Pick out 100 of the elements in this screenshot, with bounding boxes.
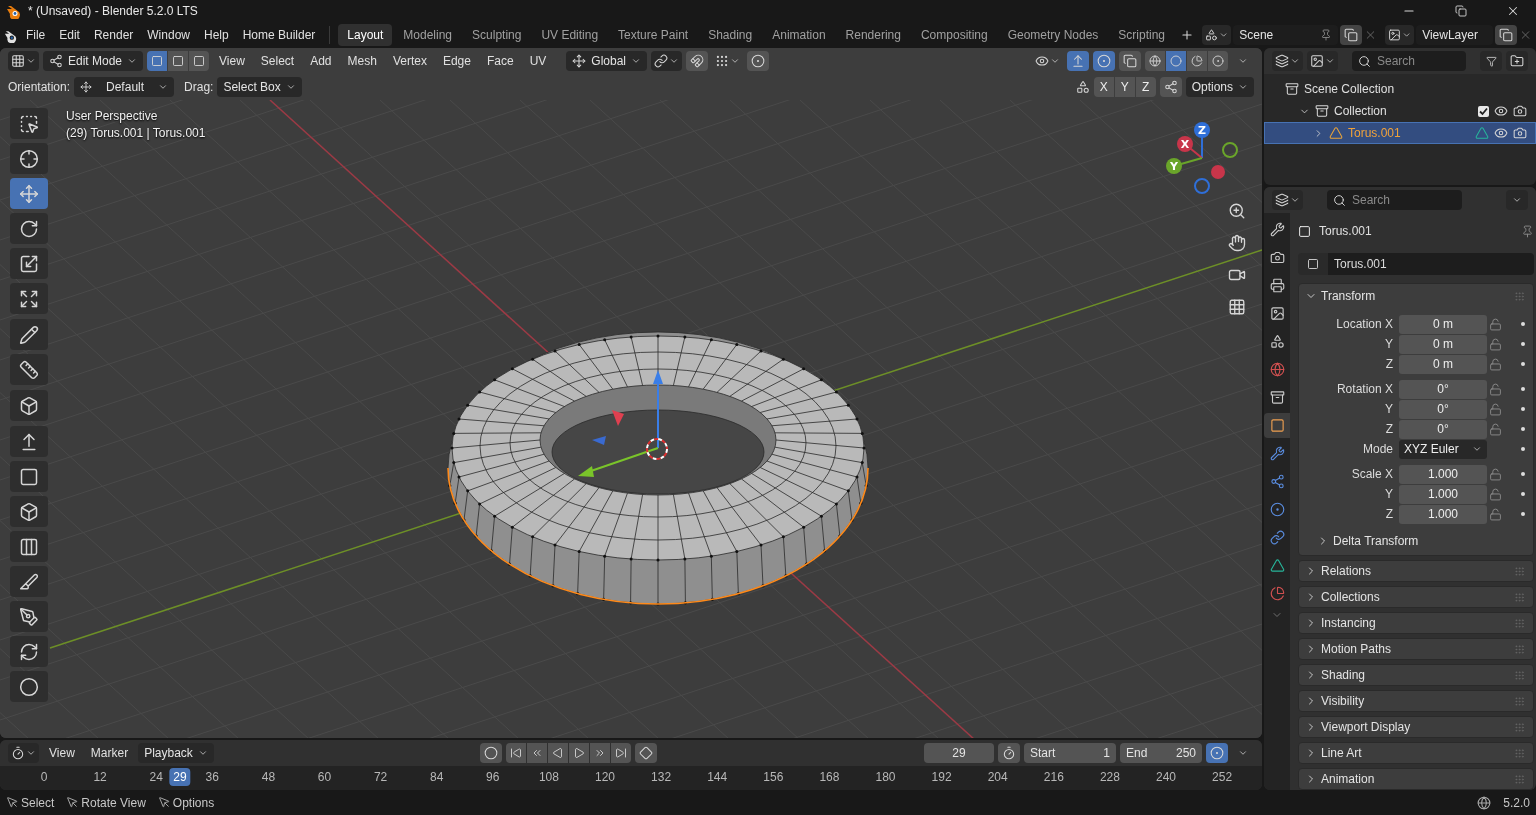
- frame-number: 204: [987, 770, 1008, 784]
- panel-header[interactable]: Line Art: [1299, 743, 1533, 763]
- menu-item[interactable]: Window: [141, 25, 196, 45]
- mode-dropdown[interactable]: Edit Mode: [43, 51, 144, 71]
- frame-number: 228: [1099, 770, 1120, 784]
- frame-number: 60: [317, 770, 332, 784]
- frame-number: 0: [40, 770, 48, 784]
- frame-number: 156: [763, 770, 784, 784]
- panel-header[interactable]: Instancing: [1299, 613, 1533, 633]
- menu-item[interactable]: Home Builder: [236, 25, 322, 45]
- workspace-tab[interactable]: Modeling: [394, 24, 462, 46]
- menu-item[interactable]: Mesh: [341, 51, 383, 71]
- number-field[interactable]: 1.000: [1399, 484, 1487, 504]
- frame-number: 36: [205, 770, 219, 784]
- number-field[interactable]: 0°: [1399, 399, 1487, 419]
- menu-item[interactable]: UV: [523, 51, 553, 71]
- property-label: Mode: [1361, 442, 1394, 456]
- menu-item[interactable]: Vertex: [386, 51, 433, 71]
- workspace-tab[interactable]: Animation: [763, 24, 835, 46]
- menu-item[interactable]: Face: [480, 51, 520, 71]
- frame-number: 108: [538, 770, 559, 784]
- view-name: User Perspective: [66, 109, 159, 123]
- menu-item[interactable]: Add: [304, 51, 338, 71]
- workspace-tab[interactable]: Sculpting: [463, 24, 531, 46]
- panel-header[interactable]: Shading: [1299, 665, 1533, 685]
- property-label: Z: [1384, 507, 1394, 521]
- workspace-tab[interactable]: Compositing: [911, 24, 997, 46]
- workspace-tab[interactable]: Texture Paint: [609, 24, 698, 46]
- menu-item[interactable]: Help: [198, 25, 235, 45]
- axis-toggle[interactable]: Y: [1114, 77, 1135, 97]
- frame-number: 132: [651, 770, 672, 784]
- workspace-tab[interactable]: Geometry Nodes: [998, 24, 1108, 46]
- property-label: Scale X: [1350, 467, 1394, 481]
- number-field[interactable]: 1.000: [1399, 464, 1487, 484]
- start-frame-field[interactable]: Start 1: [1024, 743, 1116, 763]
- menu-item[interactable]: Select: [254, 51, 301, 71]
- property-label: Z: [1384, 422, 1394, 436]
- panel-header[interactable]: Collections: [1299, 587, 1533, 607]
- panel-header[interactable]: Viewport Display: [1299, 717, 1533, 737]
- orientation-dropdown[interactable]: Global: [566, 51, 647, 71]
- drag-select[interactable]: Select Box: [217, 77, 302, 97]
- property-label: Rotation X: [1335, 382, 1394, 396]
- version-label: 5.2.0: [1503, 795, 1530, 810]
- number-field[interactable]: 0°: [1399, 379, 1487, 399]
- frame-number: 12: [93, 770, 107, 784]
- workspace-tab[interactable]: Rendering: [836, 24, 910, 46]
- mode-select[interactable]: XYZ Euler: [1399, 439, 1487, 459]
- frame-number: 180: [875, 770, 896, 784]
- subpanel-header[interactable]: Delta Transform: [1311, 529, 1533, 553]
- panel-header[interactable]: Visibility: [1299, 691, 1533, 711]
- menu-item[interactable]: View: [43, 743, 81, 763]
- number-field[interactable]: 1.000: [1399, 504, 1487, 524]
- workspace-tab[interactable]: Layout: [338, 24, 393, 46]
- object-name: Torus.001: [1319, 224, 1373, 238]
- number-field[interactable]: 0 m: [1399, 334, 1487, 354]
- outliner-row[interactable]: Torus.001: [1264, 122, 1536, 144]
- search-field[interactable]: Search: [1352, 51, 1466, 71]
- menu-item[interactable]: Edit: [53, 25, 86, 45]
- search-field[interactable]: Search: [1327, 190, 1462, 210]
- menu-item[interactable]: Edge: [436, 51, 477, 71]
- name-field[interactable]: Torus.001: [1328, 253, 1534, 275]
- orientation-select[interactable]: Default: [74, 77, 175, 97]
- playback-dropdown[interactable]: Playback: [138, 743, 214, 763]
- scene-field[interactable]: Scene: [1233, 25, 1338, 45]
- axis-toggle[interactable]: X: [1093, 77, 1114, 97]
- options-dropdown[interactable]: Options: [1185, 77, 1254, 97]
- menu-item[interactable]: View: [213, 51, 251, 71]
- property-label: Y: [1384, 402, 1394, 416]
- frame-number: 252: [1212, 770, 1233, 784]
- end-frame-field[interactable]: End 250: [1120, 743, 1202, 763]
- workspace-tab[interactable]: UV Editing: [532, 24, 608, 46]
- outliner-row[interactable]: Scene Collection: [1264, 78, 1536, 100]
- panel-header[interactable]: Relations: [1299, 561, 1533, 581]
- menu-item[interactable]: Render: [87, 25, 140, 45]
- panel-header[interactable]: Animation: [1299, 769, 1533, 789]
- view-layer-field[interactable]: ViewLayer: [1416, 25, 1494, 45]
- playhead[interactable]: 29: [169, 768, 191, 786]
- frame-number: 96: [486, 770, 500, 784]
- current-frame-field[interactable]: 29: [924, 743, 994, 763]
- panel-header[interactable]: Transform: [1299, 284, 1533, 308]
- number-field[interactable]: 0 m: [1399, 314, 1487, 334]
- window-title: * (Unsaved) - Blender 5.2.0 LTS: [28, 4, 198, 18]
- property-label: Z: [1384, 357, 1394, 371]
- number-field[interactable]: 0 m: [1399, 354, 1487, 374]
- status-hint: Options: [172, 795, 215, 810]
- axis-toggle[interactable]: Z: [1135, 77, 1156, 97]
- workspace-tab[interactable]: Scripting: [1109, 24, 1175, 46]
- menu-item[interactable]: File: [19, 25, 52, 45]
- status-hint: Select: [21, 795, 55, 810]
- object-info: (29) Torus.001 | Torus.001: [66, 126, 206, 140]
- menu-item[interactable]: Marker: [84, 743, 135, 763]
- frame-number: 120: [595, 770, 615, 784]
- status-hint: Rotate View: [81, 795, 146, 810]
- outliner-row[interactable]: Collection: [1264, 100, 1536, 122]
- workspace-tab[interactable]: Shading: [699, 24, 762, 46]
- panel-header[interactable]: Motion Paths: [1299, 639, 1533, 659]
- number-field[interactable]: 0°: [1399, 419, 1487, 439]
- frame-number: 72: [373, 770, 388, 784]
- frame-number: 144: [707, 770, 728, 784]
- frame-number: 168: [819, 770, 840, 784]
